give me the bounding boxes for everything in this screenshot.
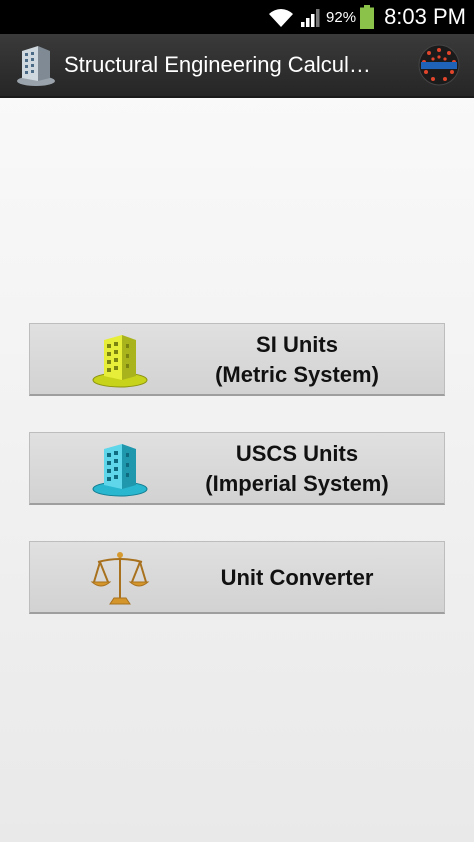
uscs-units-title: USCS Units [235,440,359,466]
clock: 8:03 PM [384,4,466,29]
unit-converter-button[interactable]: Unit Converter [29,541,445,614]
si-units-subtitle: (Metric System) [215,361,379,387]
battery-percent: 92% [326,8,357,26]
si-units-label: SI Units (Metric System) [150,324,444,395]
unit-converter-label: Unit Converter [150,542,444,613]
uscs-units-label: USCS Units (Imperial System) [150,433,444,504]
uscs-units-subtitle: (Imperial System) [205,470,389,496]
wifi-icon [269,9,294,27]
action-bar: Structural Engineering Calcul… [0,34,474,98]
uscs-units-button[interactable]: USCS Units (Imperial System) [29,432,445,505]
unit-converter-title: Unit Converter [220,564,374,590]
si-units-title: SI Units [256,331,338,357]
si-units-button[interactable]: SI Units (Metric System) [29,323,445,396]
building-icon[interactable] [14,43,58,87]
yellow-building-icon [92,335,148,388]
status-bar: 92% 8:03 PM [0,0,474,34]
balance-scale-icon [90,552,150,605]
status-bar-right: 92% 8:03 PM [268,0,466,34]
app-title: Structural Engineering Calcul… [64,52,371,77]
battery-icon [360,5,375,29]
sparkle-logo[interactable] [418,44,460,86]
blue-building-icon [92,444,148,497]
signal-icon [301,9,320,27]
